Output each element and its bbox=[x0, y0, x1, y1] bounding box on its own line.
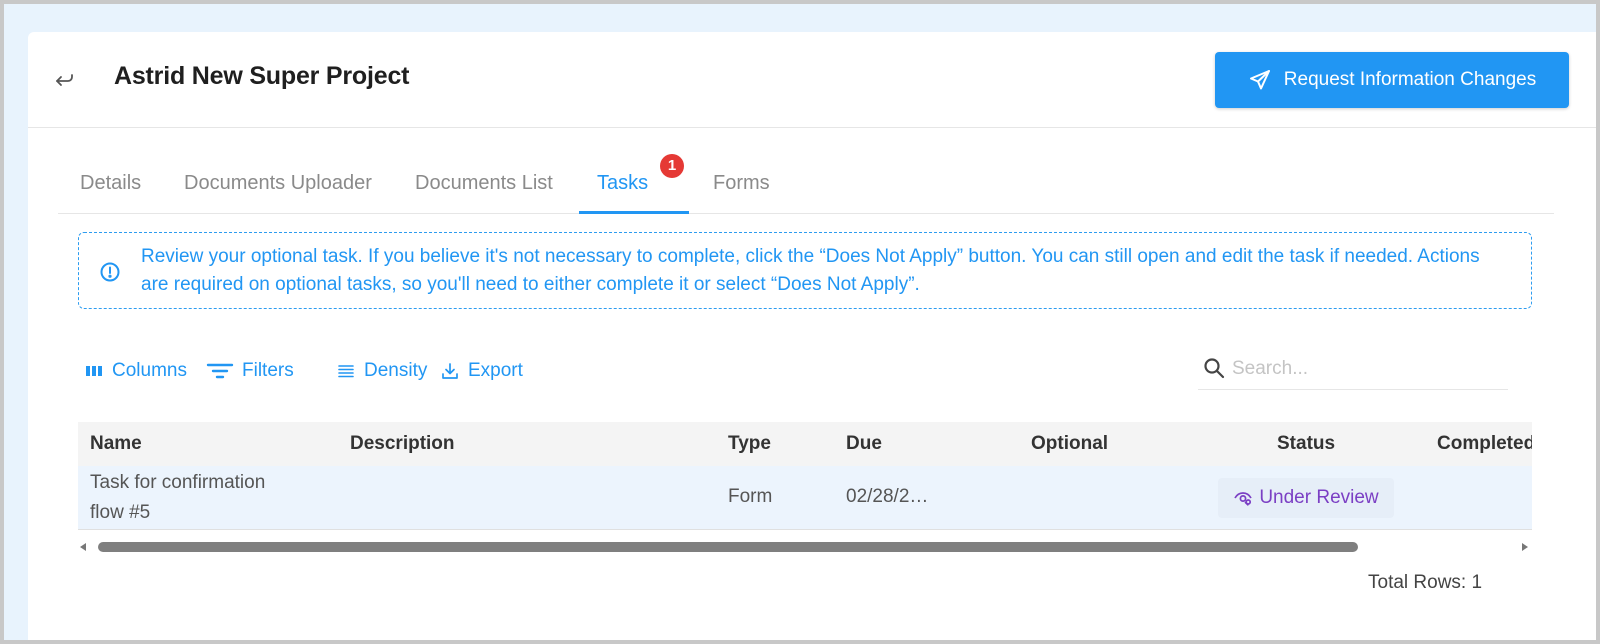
active-tab-indicator bbox=[579, 211, 689, 214]
columns-button[interactable]: Columns bbox=[84, 356, 187, 386]
tab-documents-list[interactable]: Documents List bbox=[415, 160, 553, 214]
status-label: Under Review bbox=[1259, 487, 1379, 508]
scrollbar-thumb[interactable] bbox=[98, 542, 1358, 552]
page-title: Astrid New Super Project bbox=[114, 62, 410, 90]
column-header-status[interactable]: Status bbox=[1277, 422, 1335, 466]
search-input[interactable] bbox=[1232, 354, 1502, 384]
export-label: Export bbox=[468, 360, 523, 381]
filters-label: Filters bbox=[242, 360, 294, 381]
tab-forms[interactable]: Forms bbox=[713, 160, 770, 214]
project-card: Astrid New Super Project Request Informa… bbox=[28, 32, 1596, 640]
column-header-type[interactable]: Type bbox=[728, 422, 771, 466]
search-box bbox=[1198, 350, 1508, 390]
app-frame: Astrid New Super Project Request Informa… bbox=[4, 4, 1596, 640]
task-type-cell: Form bbox=[728, 486, 773, 507]
tasks-grid: Name Description Type Due Optional Statu… bbox=[78, 422, 1532, 530]
column-header-optional[interactable]: Optional bbox=[1031, 422, 1108, 466]
info-message: Review your optional task. If you believ… bbox=[141, 246, 1480, 295]
task-name-line2: flow #5 bbox=[90, 502, 151, 523]
task-due-cell: 02/28/2… bbox=[846, 486, 929, 507]
info-circle-icon bbox=[99, 261, 121, 283]
export-button[interactable]: Export bbox=[440, 356, 523, 386]
columns-label: Columns bbox=[112, 360, 187, 381]
column-header-description[interactable]: Description bbox=[350, 422, 455, 466]
table-row[interactable]: Task for confirmation flow #5 Form 02/28… bbox=[78, 466, 1532, 530]
tasks-count-badge: 1 bbox=[660, 154, 684, 178]
page-header: Astrid New Super Project Request Informa… bbox=[28, 32, 1596, 128]
back-arrow-icon[interactable] bbox=[52, 68, 76, 92]
columns-icon bbox=[86, 366, 102, 376]
request-information-changes-button[interactable]: Request Information Changes bbox=[1215, 52, 1569, 108]
grid-header-row: Name Description Type Due Optional Statu… bbox=[78, 422, 1532, 466]
download-icon bbox=[442, 363, 458, 379]
send-icon bbox=[1249, 70, 1270, 90]
scroll-right-arrow-icon[interactable] bbox=[1522, 543, 1528, 551]
density-label: Density bbox=[364, 360, 428, 381]
tab-documents-uploader[interactable]: Documents Uploader bbox=[184, 160, 372, 214]
search-icon bbox=[1202, 356, 1226, 380]
total-rows-count: Total Rows: 1 bbox=[1368, 572, 1483, 593]
tab-bar: Details Documents Uploader Documents Lis… bbox=[58, 154, 1554, 214]
request-button-label: Request Information Changes bbox=[1283, 69, 1537, 90]
filter-icon bbox=[206, 363, 234, 379]
column-header-due[interactable]: Due bbox=[846, 422, 882, 466]
column-header-completed[interactable]: Completed bbox=[1437, 422, 1532, 466]
scroll-left-arrow-icon[interactable] bbox=[80, 543, 86, 551]
task-name-cell: Task for confirmation flow #5 bbox=[90, 468, 265, 528]
density-button[interactable]: Density bbox=[336, 356, 427, 386]
eye-review-icon bbox=[1234, 492, 1253, 506]
optional-task-info-alert: Review your optional task. If you believ… bbox=[78, 232, 1532, 309]
horizontal-scrollbar[interactable] bbox=[78, 540, 1532, 554]
filters-button[interactable]: Filters bbox=[206, 356, 294, 386]
status-badge[interactable]: Under Review bbox=[1218, 478, 1394, 518]
column-header-name[interactable]: Name bbox=[90, 422, 142, 466]
tab-tasks[interactable]: Tasks bbox=[597, 160, 648, 214]
density-icon bbox=[338, 365, 354, 378]
tab-details[interactable]: Details bbox=[80, 160, 141, 214]
task-name-line1: Task for confirmation bbox=[90, 472, 266, 493]
